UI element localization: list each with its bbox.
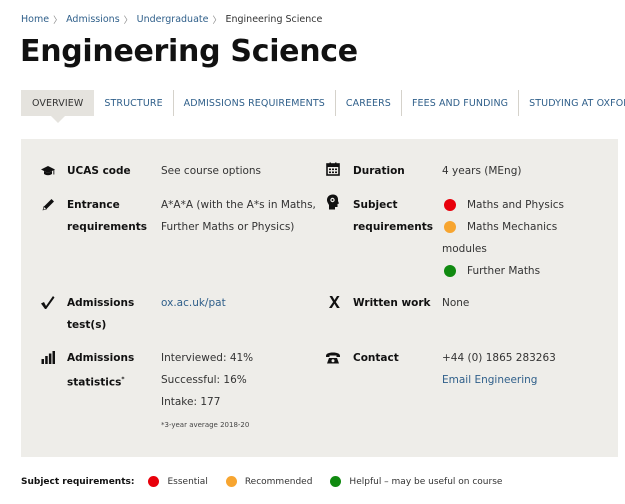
subject-requirement-recommended-continuation: modules xyxy=(442,243,487,255)
duration-label: Duration xyxy=(353,165,405,177)
head-icon xyxy=(325,194,341,210)
subject-requirement-recommended: Maths Mechanics xyxy=(442,216,612,238)
subject-requirements-legend: Subject requirements: Essential Recommen… xyxy=(21,476,520,487)
breadcrumb-separator: 〉 xyxy=(212,16,222,26)
breadcrumb-admissions-link[interactable]: Admissions xyxy=(66,14,120,25)
ucas-code-label: UCAS code xyxy=(67,165,131,177)
tab-careers[interactable]: CAREERS xyxy=(334,90,401,116)
successful-stat: Successful: 16% xyxy=(161,374,247,386)
tab-overview[interactable]: OVERVIEW xyxy=(21,90,95,123)
breadcrumb-current: Engineering Science xyxy=(225,14,323,25)
cross-icon xyxy=(326,294,342,310)
breadcrumb-home-link[interactable]: Home xyxy=(21,14,49,25)
mortarboard-icon xyxy=(40,163,56,179)
written-work-value: None xyxy=(442,297,470,309)
subject-requirements-label: Subject requirements xyxy=(353,199,433,233)
pencil-icon xyxy=(40,196,56,212)
calendar-icon xyxy=(325,161,341,177)
recommended-dot-icon xyxy=(225,476,237,487)
written-work-label: Written work xyxy=(353,297,431,309)
ucas-code-value: See course options xyxy=(161,165,262,177)
entrance-requirements-value: A*A*A (with the A*s in Maths, Further Ma… xyxy=(161,199,316,233)
admissions-statistics-label: Admissions statistics* xyxy=(67,352,135,389)
breadcrumb: Home 〉 Admissions 〉 Undergraduate 〉 Engi… xyxy=(21,13,322,26)
contact-label: Contact xyxy=(353,352,399,364)
entrance-requirements-label: Entrance requirements xyxy=(67,199,147,233)
admissions-test-link[interactable]: ox.ac.uk/pat xyxy=(161,297,226,309)
course-tabs: OVERVIEW STRUCTURE ADMISSIONS REQUIREMEN… xyxy=(21,90,625,123)
contact-email-link[interactable]: Email Engineering xyxy=(442,374,537,386)
breadcrumb-undergraduate-link[interactable]: Undergraduate xyxy=(137,14,209,25)
tab-studying-at-oxford[interactable]: STUDYING AT OXFORD xyxy=(518,90,625,116)
subject-requirements-list: Maths and Physics Maths Mechanics module… xyxy=(442,194,612,282)
legend-recommended: Recommended xyxy=(225,476,312,487)
admissions-statistics-values: Interviewed: 41% Successful: 16% Intake:… xyxy=(161,347,253,431)
tab-structure[interactable]: STRUCTURE xyxy=(94,90,172,116)
helpful-dot-icon xyxy=(330,476,342,487)
intake-stat: Intake: 177 xyxy=(161,396,221,408)
interviewed-stat: Interviewed: 41% xyxy=(161,352,254,364)
telephone-icon xyxy=(325,350,341,366)
checkmark-icon xyxy=(39,294,55,310)
breadcrumb-separator: 〉 xyxy=(123,16,133,26)
subject-requirement-essential: Maths and Physics xyxy=(442,194,612,216)
breadcrumb-separator: 〉 xyxy=(53,16,63,26)
contact-details: +44 (0) 1865 283263 Email Engineering xyxy=(442,347,556,391)
admissions-test-value: ox.ac.uk/pat xyxy=(161,292,226,314)
essential-dot-icon xyxy=(148,476,160,487)
legend-helpful: Helpful – may be useful on course xyxy=(330,476,502,487)
helpful-dot-icon xyxy=(444,265,456,277)
contact-phone: +44 (0) 1865 283263 xyxy=(442,352,556,364)
page-title: Engineering Science xyxy=(20,34,358,69)
tab-fees-and-funding[interactable]: FEES AND FUNDING xyxy=(400,90,518,116)
recommended-dot-icon xyxy=(444,221,456,233)
subject-requirement-helpful: Further Maths xyxy=(442,260,612,282)
legend-essential: Essential xyxy=(148,476,208,487)
essential-dot-icon xyxy=(444,199,456,211)
tab-admissions-requirements[interactable]: ADMISSIONS REQUIREMENTS xyxy=(172,90,335,116)
statistics-footnote: *3-year average 2018-20 xyxy=(161,421,250,429)
duration-value: 4 years (MEng) xyxy=(442,165,522,177)
course-overview-panel: UCAS code See course options Duration 4 … xyxy=(21,139,618,457)
admissions-test-label: Admissions test(s) xyxy=(67,297,135,331)
bar-chart-icon xyxy=(40,349,56,365)
legend-title: Subject requirements: xyxy=(21,476,135,487)
